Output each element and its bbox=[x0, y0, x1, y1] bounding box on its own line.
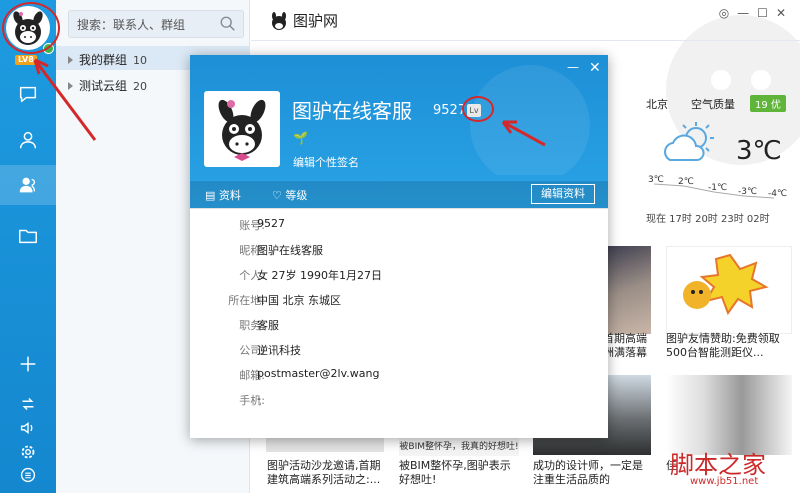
watermark-text: 脚本之家 bbox=[670, 451, 766, 479]
annotation-arrows bbox=[33, 58, 546, 147]
watermark-url: www.jb51.net bbox=[690, 476, 759, 487]
app-window: LV8 搜索：联系人、群组 我的群组 10 测试云组 20 图驴网 ◎—☐✕ 北… bbox=[0, 0, 800, 493]
